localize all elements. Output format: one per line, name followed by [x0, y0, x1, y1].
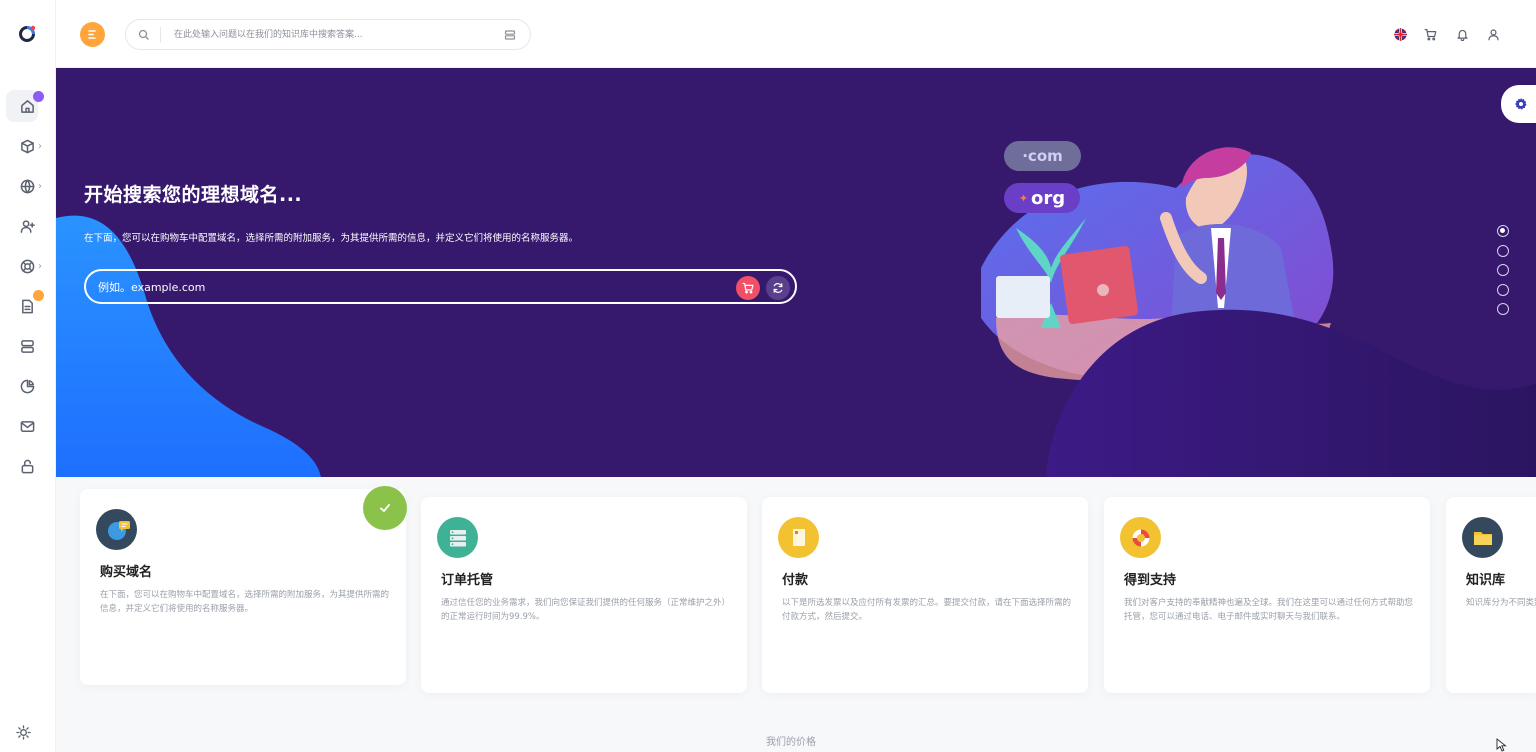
add-to-cart-button[interactable] — [736, 276, 760, 300]
search-filter-icon[interactable] — [504, 29, 516, 41]
feature-card-get-support[interactable]: 得到支持 我们对客户支持的奉献精神也遍及全球。我们在这里可以通过任何方式帮助您托… — [1104, 497, 1430, 693]
domain-search-box — [84, 269, 797, 304]
nav-mail-icon[interactable] — [14, 413, 40, 439]
domain-search-input[interactable] — [98, 279, 658, 295]
nav-lock-icon[interactable] — [14, 453, 40, 479]
card-title: 知识库 — [1466, 573, 1506, 588]
domain-globe-chat-icon — [96, 509, 137, 550]
nav-support-chevron-icon: › — [38, 261, 42, 272]
nav-domains-chevron-icon: › — [38, 181, 42, 192]
feature-card-buy-domain[interactable]: 购买域名 在下面，您可以在购物车中配置域名，选择所需的附加服务，为其提供所需的信… — [80, 489, 406, 685]
slider-dot-3[interactable] — [1497, 264, 1509, 276]
feature-card-knowledgebase[interactable]: 知识库 知识库分为不同类别，以帮助您更快地找到答案，搜索问题的答案。 — [1446, 497, 1536, 693]
tld-com-badge: ·com — [1004, 141, 1081, 171]
card-title: 付款 — [782, 573, 809, 588]
slider-dot-5[interactable] — [1497, 303, 1509, 315]
user-account-icon[interactable] — [1485, 26, 1501, 42]
card-description: 在下面，您可以在购物车中配置域名，选择所需的附加服务，为其提供所需的信息，并定义… — [100, 590, 390, 614]
tld-org-badge: ✦ org — [1004, 183, 1080, 213]
refresh-icon — [773, 283, 783, 293]
slider-dot-2[interactable] — [1497, 245, 1509, 257]
feature-card-order-hosting[interactable]: 订单托管 通过信任您的业务需求，我们向您保证我们提供的任何服务（正常维护之外）的… — [421, 497, 747, 693]
feature-card-payment[interactable]: 付款 以下是所选发票以及应付所有发票的汇总。要提交付款，请在下面选择所需的付款方… — [762, 497, 1088, 693]
search-divider — [160, 27, 161, 43]
menu-toggle-button[interactable] — [80, 22, 105, 47]
search-icon — [138, 29, 149, 40]
tld-org-sparkle-icon: ✦ — [1018, 191, 1029, 205]
mouse-cursor-icon — [1496, 738, 1507, 752]
pricing-section-heading: 我们的价格 — [766, 737, 816, 748]
nav-support-lifebuoy-icon[interactable] — [14, 253, 40, 279]
nav-products-icon[interactable] — [14, 133, 40, 159]
transfer-domain-button[interactable] — [766, 276, 790, 300]
settings-panel-button[interactable] — [1501, 85, 1536, 123]
invoices-notification-dot — [33, 290, 44, 301]
tld-org-label: org — [1031, 187, 1066, 209]
cart-icon — [742, 282, 754, 294]
card-description: 我们对客户支持的奉献精神也遍及全球。我们在这里可以通过任何方式帮助您托管，您可以… — [1124, 598, 1414, 622]
cart-icon[interactable] — [1422, 26, 1438, 42]
language-flag-uk-icon[interactable] — [1392, 26, 1408, 42]
hero-subtitle: 在下面，您可以在购物车中配置域名，选择所需的附加服务，为其提供所需的信息，并定义… — [84, 233, 579, 244]
nav-servers-icon[interactable] — [14, 333, 40, 359]
server-stack-icon — [437, 517, 478, 558]
card-title: 订单托管 — [441, 573, 494, 588]
card-description: 知识库分为不同类别，以帮助您更快地找到答案，搜索问题的答案。 — [1466, 598, 1536, 608]
knowledgebase-search-bar — [125, 19, 531, 50]
slider-dot-1[interactable] — [1497, 225, 1509, 237]
card-title: 得到支持 — [1124, 573, 1177, 588]
card-title: 购买域名 — [100, 565, 153, 580]
nav-domains-globe-icon[interactable] — [14, 173, 40, 199]
selected-checkmark-icon — [363, 486, 407, 530]
nav-reports-pie-chart-icon[interactable] — [14, 373, 40, 399]
nav-products-chevron-icon: › — [38, 141, 42, 152]
sidebar: › › › — [0, 0, 56, 752]
home-notification-dot — [33, 91, 44, 102]
nav-add-user-icon[interactable] — [14, 213, 40, 239]
slider-dot-4[interactable] — [1497, 284, 1509, 296]
notification-bell-icon[interactable] — [1454, 26, 1470, 42]
invoice-document-icon — [778, 517, 819, 558]
top-bar — [56, 0, 1536, 68]
card-description: 通过信任您的业务需求，我们向您保证我们提供的任何服务（正常维护之外）的正常运行时… — [441, 598, 731, 622]
hero-banner: ·com ✦ org 开始搜索您的理想域名... 在下面，您可以在购物车中配置域名… — [56, 68, 1536, 477]
card-description: 以下是所选发票以及应付所有发票的汇总。要提交付款，请在下面选择所需的付款方式，然… — [782, 598, 1072, 622]
folder-icon — [1462, 517, 1503, 558]
brand-logo[interactable] — [16, 23, 38, 45]
gear-icon — [1514, 97, 1527, 110]
search-input[interactable] — [174, 26, 494, 44]
theme-toggle-sun-icon[interactable] — [16, 725, 31, 740]
hero-title: 开始搜索您的理想域名... — [84, 184, 303, 206]
lifebuoy-icon — [1120, 517, 1161, 558]
